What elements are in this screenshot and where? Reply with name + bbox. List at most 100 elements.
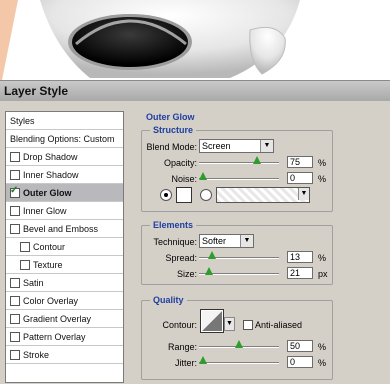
styles-list-item-inner-glow[interactable]: Inner Glow <box>6 202 123 220</box>
styles-list-item-texture[interactable]: Texture <box>6 256 123 274</box>
size-slider-thumb[interactable] <box>205 267 213 275</box>
chevron-down-icon: ▼ <box>260 140 273 152</box>
styles-list-item-stroke[interactable]: Stroke <box>6 346 123 364</box>
styles-list-item-styles[interactable]: Styles <box>6 112 123 130</box>
size-field[interactable]: 21 <box>287 267 313 279</box>
contour-checkbox[interactable] <box>20 242 30 252</box>
jitter-label: Jitter: <box>174 358 197 368</box>
styles-list-item-satin[interactable]: Satin <box>6 274 123 292</box>
dialog-title: Layer Style <box>4 84 69 98</box>
quality-group: Quality Contour: ▼ Anti-aliased Range: 5… <box>141 295 333 380</box>
outer-glow-panel-title: Outer Glow <box>146 112 195 122</box>
spread-label: Spread: <box>165 253 197 263</box>
outer-glow-checkbox[interactable] <box>10 185 20 198</box>
spread-field[interactable]: 13 <box>287 251 313 263</box>
size-unit: px <box>318 269 328 279</box>
jitter-slider[interactable] <box>199 356 279 366</box>
head-illustration <box>0 0 390 80</box>
list-item-label: Texture <box>33 260 63 270</box>
noise-unit: % <box>318 174 327 184</box>
drop-shadow-checkbox[interactable] <box>10 152 20 162</box>
blend-mode-select[interactable]: Screen ▼ <box>199 139 274 153</box>
texture-checkbox[interactable] <box>20 260 30 270</box>
styles-list-item-drop-shadow[interactable]: Drop Shadow <box>6 148 123 166</box>
contour-preview[interactable] <box>200 309 224 333</box>
structure-title: Structure <box>150 125 197 135</box>
list-item-label: Inner Shadow <box>23 170 79 180</box>
list-item-label: Pattern Overlay <box>23 332 86 342</box>
opacity-slider-thumb[interactable] <box>253 156 261 164</box>
structure-group: Structure Blend Mode: Screen ▼ Opacity: … <box>141 125 333 212</box>
gradient-radio[interactable] <box>200 189 212 201</box>
technique-label: Technique: <box>153 237 197 247</box>
technique-value: Softer <box>202 236 227 246</box>
styles-list-item-pattern-overlay[interactable]: Pattern Overlay <box>6 328 123 346</box>
opacity-field[interactable]: 75 <box>287 156 313 168</box>
noise-label: Noise: <box>171 174 197 184</box>
list-item-label: Gradient Overlay <box>23 314 92 324</box>
styles-list-item-bevel-emboss[interactable]: Bevel and Emboss <box>6 220 123 238</box>
gradient-picker[interactable]: ▼ <box>216 187 310 203</box>
spread-unit: % <box>318 253 327 263</box>
list-item-label: Contour <box>33 242 66 252</box>
jitter-field[interactable]: 0 <box>287 356 313 368</box>
list-item-label: Color Overlay <box>23 296 79 306</box>
contour-curve-icon <box>202 311 222 331</box>
contour-label: Contour: <box>162 320 197 330</box>
blend-mode-label: Blend Mode: <box>146 142 197 152</box>
size-label: Size: <box>176 269 197 279</box>
list-item-label: Outer Glow <box>23 188 72 198</box>
elements-title: Elements <box>150 220 197 230</box>
range-slider[interactable] <box>199 340 279 350</box>
styles-list-item-gradient-overlay[interactable]: Gradient Overlay <box>6 310 123 328</box>
noise-field[interactable]: 0 <box>287 172 313 184</box>
anti-aliased-checkbox[interactable] <box>243 320 253 330</box>
anti-aliased-label: Anti-aliased <box>255 320 303 330</box>
size-slider[interactable] <box>199 267 279 277</box>
range-label: Range: <box>167 342 197 352</box>
technique-select[interactable]: Softer ▼ <box>199 234 254 248</box>
inner-glow-checkbox[interactable] <box>10 206 20 216</box>
styles-list: Styles Blending Options: Custom Drop Sha… <box>5 111 124 383</box>
inner-shadow-checkbox[interactable] <box>10 170 20 180</box>
glow-color-swatch[interactable] <box>176 187 192 203</box>
solid-color-radio[interactable] <box>160 189 172 201</box>
pattern-overlay-checkbox[interactable] <box>10 332 20 342</box>
styles-list-item-inner-shadow[interactable]: Inner Shadow <box>6 166 123 184</box>
opacity-unit: % <box>318 158 327 168</box>
list-item-label: Styles <box>10 116 35 126</box>
noise-slider-thumb[interactable] <box>199 172 207 180</box>
jitter-unit: % <box>318 358 327 368</box>
spread-slider[interactable] <box>199 251 279 261</box>
list-item-label: Bevel and Emboss <box>23 224 99 234</box>
range-unit: % <box>318 342 327 352</box>
bevel-emboss-checkbox[interactable] <box>10 224 20 234</box>
list-item-label: Stroke <box>23 350 50 360</box>
opacity-label: Opacity: <box>163 158 197 168</box>
chevron-down-icon: ▼ <box>298 188 309 200</box>
styles-list-item-blending-options[interactable]: Blending Options: Custom <box>6 130 123 148</box>
chevron-down-icon[interactable]: ▼ <box>224 317 235 331</box>
dialog-titlebar[interactable]: Layer Style <box>0 80 390 102</box>
opacity-slider[interactable] <box>199 156 279 166</box>
styles-list-item-outer-glow[interactable]: Outer Glow <box>6 184 123 202</box>
stroke-checkbox[interactable] <box>10 350 20 360</box>
range-field[interactable]: 50 <box>287 340 313 352</box>
satin-checkbox[interactable] <box>10 278 20 288</box>
spread-slider-thumb[interactable] <box>208 251 216 259</box>
canvas-artwork <box>0 0 390 80</box>
color-overlay-checkbox[interactable] <box>10 296 20 306</box>
list-item-label: Drop Shadow <box>23 152 78 162</box>
styles-list-item-color-overlay[interactable]: Color Overlay <box>6 292 123 310</box>
list-item-label: Inner Glow <box>23 206 67 216</box>
noise-slider[interactable] <box>199 172 279 182</box>
gradient-overlay-checkbox[interactable] <box>10 314 20 324</box>
chevron-down-icon: ▼ <box>240 235 253 247</box>
list-item-label: Satin <box>23 278 44 288</box>
jitter-slider-thumb[interactable] <box>199 356 207 364</box>
list-item-label: Blending Options: Custom <box>10 134 115 144</box>
range-slider-thumb[interactable] <box>235 340 243 348</box>
blend-mode-value: Screen <box>202 141 231 151</box>
styles-list-item-contour[interactable]: Contour <box>6 238 123 256</box>
layer-style-dialog: Styles Blending Options: Custom Drop Sha… <box>0 101 390 384</box>
